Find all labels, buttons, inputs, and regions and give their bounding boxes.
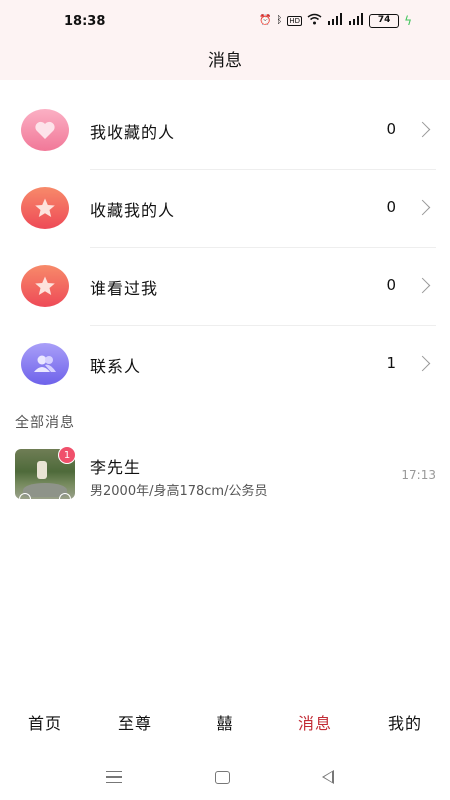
battery-icon: 74 xyxy=(369,13,400,28)
message-item[interactable]: 1 李先生 男2000年/身高178cm/公务员 17:13 xyxy=(0,446,450,502)
chevron-right-icon xyxy=(414,121,431,138)
menu-item-label: 谁看过我 xyxy=(90,279,159,298)
chevron-right-icon xyxy=(414,277,431,294)
star-icon xyxy=(21,187,69,229)
signal-icon xyxy=(327,13,343,28)
status-icons: ⏰ ᛒ HD 74 ϟ xyxy=(259,13,412,28)
bluetooth-icon: ᛒ xyxy=(276,15,283,26)
menu-item-contacts[interactable]: 联系人 1 xyxy=(0,326,450,404)
chevron-right-icon xyxy=(414,199,431,216)
page-title: 消息 xyxy=(208,51,242,71)
star-icon xyxy=(21,265,69,307)
menu-item-label: 我收藏的人 xyxy=(90,123,176,142)
menu-item-label: 联系人 xyxy=(90,357,142,376)
menu-item-label: 收藏我的人 xyxy=(90,201,176,220)
status-bar: 18:38 ⏰ ᛒ HD 74 ϟ xyxy=(0,0,450,44)
status-time: 18:38 xyxy=(64,14,106,29)
menu-item-visitors[interactable]: 谁看过我 0 xyxy=(0,248,450,326)
tab-xi[interactable]: 囍 xyxy=(180,700,270,748)
menu-item-my-favorites[interactable]: 我收藏的人 0 xyxy=(0,92,450,170)
alarm-icon: ⏰ xyxy=(258,15,272,26)
menu-item-count: 1 xyxy=(386,354,396,372)
tab-vip[interactable]: 至尊 xyxy=(90,700,180,748)
tab-mine[interactable]: 我的 xyxy=(360,700,450,748)
message-sender-desc: 男2000年/身高178cm/公务员 xyxy=(90,484,268,499)
chevron-right-icon xyxy=(414,355,431,372)
system-nav-bar xyxy=(0,755,450,800)
home-icon[interactable] xyxy=(215,771,230,784)
menu-item-count: 0 xyxy=(386,276,396,294)
menu-icon[interactable] xyxy=(106,771,122,783)
message-time: 17:13 xyxy=(401,468,436,482)
hd-icon: HD xyxy=(287,15,303,26)
wifi-icon xyxy=(307,13,322,28)
unread-badge: 1 xyxy=(58,446,76,464)
signal-icon xyxy=(348,13,364,28)
menu-item-count: 0 xyxy=(386,198,396,216)
avatar-ring xyxy=(19,493,31,499)
people-icon xyxy=(21,343,69,385)
bottom-tab-bar: 首页 至尊 囍 消息 我的 xyxy=(0,700,450,748)
avatar-ring xyxy=(59,493,71,499)
menu-item-count: 0 xyxy=(386,120,396,138)
top-bar: 18:38 ⏰ ᛒ HD 74 ϟ 消息 xyxy=(0,0,450,80)
tab-home[interactable]: 首页 xyxy=(0,700,90,748)
menu-item-favorited-me[interactable]: 收藏我的人 0 xyxy=(0,170,450,248)
back-icon[interactable] xyxy=(322,770,334,784)
charging-icon: ϟ xyxy=(404,13,412,28)
avatar-figure xyxy=(37,461,47,479)
section-title: 全部消息 xyxy=(15,415,75,431)
tab-messages[interactable]: 消息 xyxy=(270,700,360,748)
message-sender-name: 李先生 xyxy=(90,458,142,477)
heart-icon xyxy=(21,109,69,151)
